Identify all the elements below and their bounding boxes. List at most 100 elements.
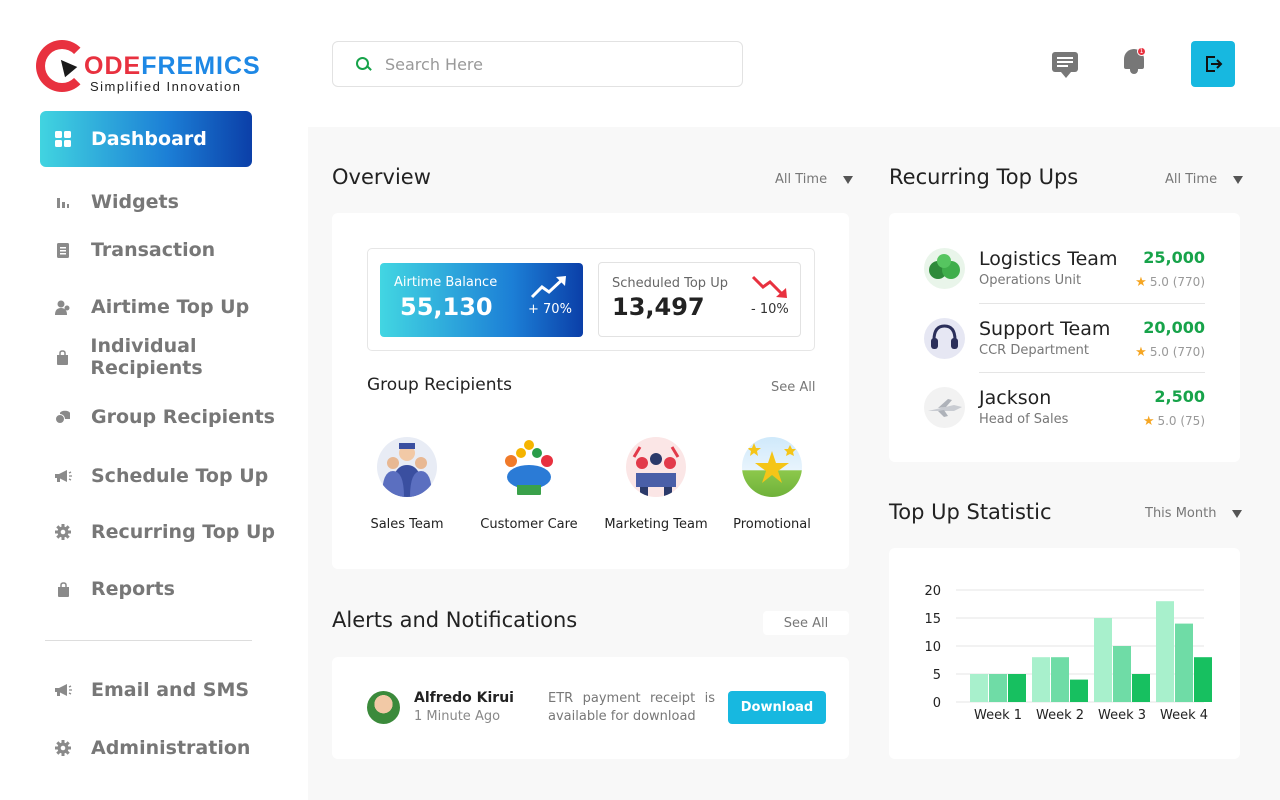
recurring-amount: 25,000 (1143, 248, 1205, 267)
sidebar-item-label: Recurring Top Up (91, 521, 276, 543)
bar[interactable] (1070, 679, 1088, 702)
group-name: Customer Care (480, 517, 578, 532)
alert-sender-name: Alfredo Kirui (414, 690, 514, 706)
bar[interactable] (970, 674, 988, 702)
bar[interactable] (1094, 618, 1112, 702)
sidebar-item-label: Email and SMS (91, 679, 250, 701)
megaphone-icon (54, 681, 72, 699)
sidebar-item-email-and-sms[interactable]: Email and SMS (40, 670, 249, 710)
statistic-title: Top Up Statistic (889, 500, 1052, 524)
y-tick-label: 20 (924, 584, 941, 599)
brand-logo[interactable]: ODEFREMICS Simplified Innovation (36, 40, 260, 96)
search-input[interactable] (385, 54, 715, 74)
recurring-title: Recurring Top Ups (889, 165, 1079, 189)
trend-down-icon (751, 275, 787, 298)
bar-chart-icon (54, 193, 72, 211)
filter-label: All Time (775, 172, 828, 187)
caret-down-icon (1233, 175, 1244, 184)
recurring-amount: 2,500 (1154, 387, 1205, 406)
star-icon: ★ (1142, 414, 1155, 429)
x-tick-label: Week 1 (974, 708, 1022, 723)
scheduled-top-up-card[interactable]: Scheduled Top Up 13,497 - 10% (598, 262, 801, 337)
gear-icon (54, 523, 72, 541)
group-recipients-title: Group Recipients (367, 375, 513, 395)
alert-time: 1 Minute Ago (414, 709, 501, 724)
sidebar-item-individual-recipients[interactable]: Individual Recipients (40, 335, 308, 379)
bell-icon[interactable]: 1 (1122, 47, 1146, 75)
bar[interactable] (1132, 674, 1150, 702)
group-name: Promotional (733, 517, 811, 532)
list-item[interactable]: Logistics Team Operations Unit 25,000 ★ 5… (924, 238, 1205, 306)
megaphone-icon (54, 467, 72, 485)
list-item[interactable]: Jackson Head of Sales 2,500 ★ 5.0 (75) (924, 377, 1205, 445)
bar[interactable] (1008, 674, 1026, 702)
statistic-filter[interactable]: This Month (1145, 506, 1243, 521)
airtime-balance-card[interactable]: Airtime Balance 55,130 + 70% (380, 263, 583, 337)
bag-icon (54, 348, 71, 366)
sidebar-item-dashboard[interactable]: Dashboard (40, 111, 252, 167)
group-promotional[interactable]: Promotional (712, 437, 832, 532)
recurring-amount: 20,000 (1143, 318, 1205, 337)
recurring-subtitle: CCR Department (979, 343, 1089, 358)
bell-clapper (1130, 69, 1138, 74)
team-avatar (742, 437, 802, 497)
group-marketing-team[interactable]: Marketing Team (596, 437, 716, 532)
airtime-value: 55,130 (400, 293, 493, 321)
top-up-bar-chart: 0 5 10 15 20 Week 1 Week 2 Week 3 Week 4 (924, 584, 1212, 723)
bar[interactable] (1175, 623, 1193, 702)
avatar (924, 248, 965, 289)
users-icon (54, 298, 72, 316)
x-tick-label: Week 3 (1098, 708, 1146, 723)
y-tick-label: 5 (933, 668, 941, 683)
recurring-rating: ★ 5.0 (770) (1135, 275, 1205, 290)
bar[interactable] (1051, 657, 1069, 702)
scheduled-label: Scheduled Top Up (612, 276, 728, 291)
alerts-see-all-button[interactable]: See All (763, 611, 849, 635)
bar[interactable] (1113, 646, 1131, 702)
sidebar-item-schedule-top-up[interactable]: Schedule Top Up (40, 456, 268, 496)
recurring-rating: ★ 5.0 (770) (1135, 345, 1205, 360)
list-item[interactable]: Support Team CCR Department 20,000 ★ 5.0 … (924, 308, 1205, 376)
group-see-all-link[interactable]: See All (771, 380, 816, 395)
sidebar-item-reports[interactable]: Reports (40, 569, 175, 609)
list-divider (979, 303, 1205, 304)
sidebar-item-group-recipients[interactable]: Group Recipients (40, 397, 275, 437)
sidebar-item-administration[interactable]: Administration (40, 728, 250, 768)
sidebar-item-recurring-top-up[interactable]: Recurring Top Up (40, 512, 275, 552)
scheduled-change: - 10% (751, 302, 789, 317)
logout-button[interactable] (1191, 41, 1235, 87)
sidebar-item-airtime-top-up[interactable]: Airtime Top Up (40, 287, 249, 327)
avatar (367, 691, 400, 724)
search-bar[interactable] (332, 41, 743, 87)
team-avatar (377, 437, 437, 497)
sidebar: ODEFREMICS Simplified Innovation Dashboa… (0, 0, 308, 800)
recurring-name: Support Team (979, 318, 1111, 340)
search-icon (355, 56, 371, 72)
caret-down-icon (843, 175, 854, 184)
sidebar-item-label: Widgets (91, 191, 179, 213)
y-tick-label: 10 (924, 640, 941, 655)
sidebar-item-label: Transaction (91, 239, 216, 261)
sidebar-item-transaction[interactable]: Transaction (40, 230, 215, 270)
group-name: Marketing Team (604, 517, 708, 532)
y-tick-label: 0 (933, 696, 941, 711)
overview-filter[interactable]: All Time (775, 172, 854, 187)
bar[interactable] (1194, 657, 1212, 702)
group-name: Sales Team (370, 517, 444, 532)
message-icon[interactable] (1052, 52, 1078, 78)
recurring-filter[interactable]: All Time (1165, 172, 1244, 187)
team-avatar (626, 437, 686, 497)
brand-tagline: Simplified Innovation (90, 79, 242, 94)
bar[interactable] (1032, 657, 1050, 702)
bar[interactable] (989, 674, 1007, 702)
trend-up-icon (530, 276, 566, 299)
sidebar-item-label: Dashboard (91, 128, 207, 150)
sidebar-item-widgets[interactable]: Widgets (40, 182, 179, 222)
document-icon (54, 241, 72, 259)
group-customer-care[interactable]: Customer Care (469, 437, 589, 532)
recurring-subtitle: Head of Sales (979, 412, 1069, 427)
bar[interactable] (1156, 601, 1174, 702)
download-button[interactable]: Download (728, 691, 826, 724)
group-sales-team[interactable]: Sales Team (347, 437, 467, 532)
gear-icon (54, 739, 72, 757)
